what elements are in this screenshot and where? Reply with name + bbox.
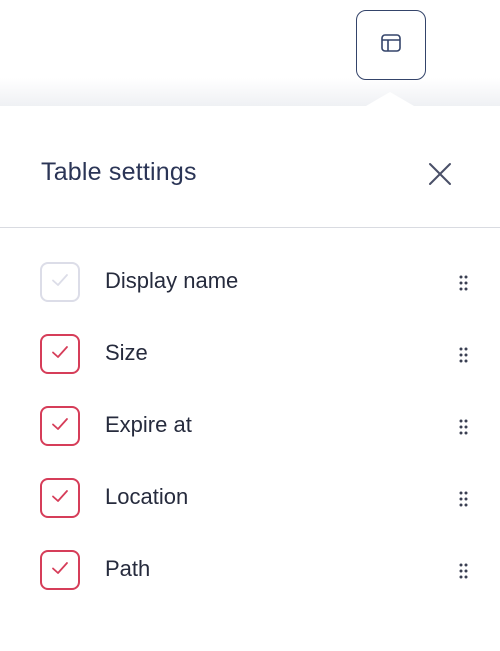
table-settings-popover: Table settings Display name Size Expire … bbox=[0, 106, 500, 651]
column-label: Display name bbox=[105, 268, 239, 293]
list-item: Location bbox=[0, 462, 500, 534]
checkmark-icon bbox=[49, 413, 71, 440]
list-item: Expire at bbox=[0, 390, 500, 462]
column-label: Location bbox=[105, 484, 189, 509]
close-icon bbox=[427, 161, 453, 192]
path-checkbox[interactable] bbox=[40, 550, 80, 590]
column-label: Size bbox=[105, 340, 148, 365]
display-name-checkbox[interactable] bbox=[40, 262, 80, 302]
checkmark-icon bbox=[49, 485, 71, 512]
checkmark-icon bbox=[49, 557, 71, 584]
popover-header: Table settings bbox=[0, 106, 500, 228]
column-label: Path bbox=[105, 556, 151, 581]
popover-title: Table settings bbox=[41, 158, 197, 186]
toolbar-area bbox=[0, 0, 500, 108]
list-item: Size bbox=[0, 318, 500, 390]
checkmark-icon bbox=[49, 269, 71, 296]
table-layout-icon bbox=[380, 33, 402, 58]
toolbar-shadow bbox=[0, 78, 500, 108]
popover-caret bbox=[366, 92, 414, 106]
drag-handle-icon[interactable] bbox=[454, 344, 474, 366]
size-checkbox[interactable] bbox=[40, 334, 80, 374]
close-button[interactable] bbox=[420, 156, 460, 196]
expire-at-checkbox[interactable] bbox=[40, 406, 80, 446]
table-settings-button[interactable] bbox=[356, 10, 426, 80]
drag-handle-icon[interactable] bbox=[454, 272, 474, 294]
drag-handle-icon[interactable] bbox=[454, 560, 474, 582]
column-label: Expire at bbox=[105, 412, 192, 437]
list-item: Display name bbox=[0, 246, 500, 318]
location-checkbox[interactable] bbox=[40, 478, 80, 518]
drag-handle-icon[interactable] bbox=[454, 416, 474, 438]
drag-handle-icon[interactable] bbox=[454, 488, 474, 510]
list-item: Path bbox=[0, 534, 500, 606]
checkmark-icon bbox=[49, 341, 71, 368]
